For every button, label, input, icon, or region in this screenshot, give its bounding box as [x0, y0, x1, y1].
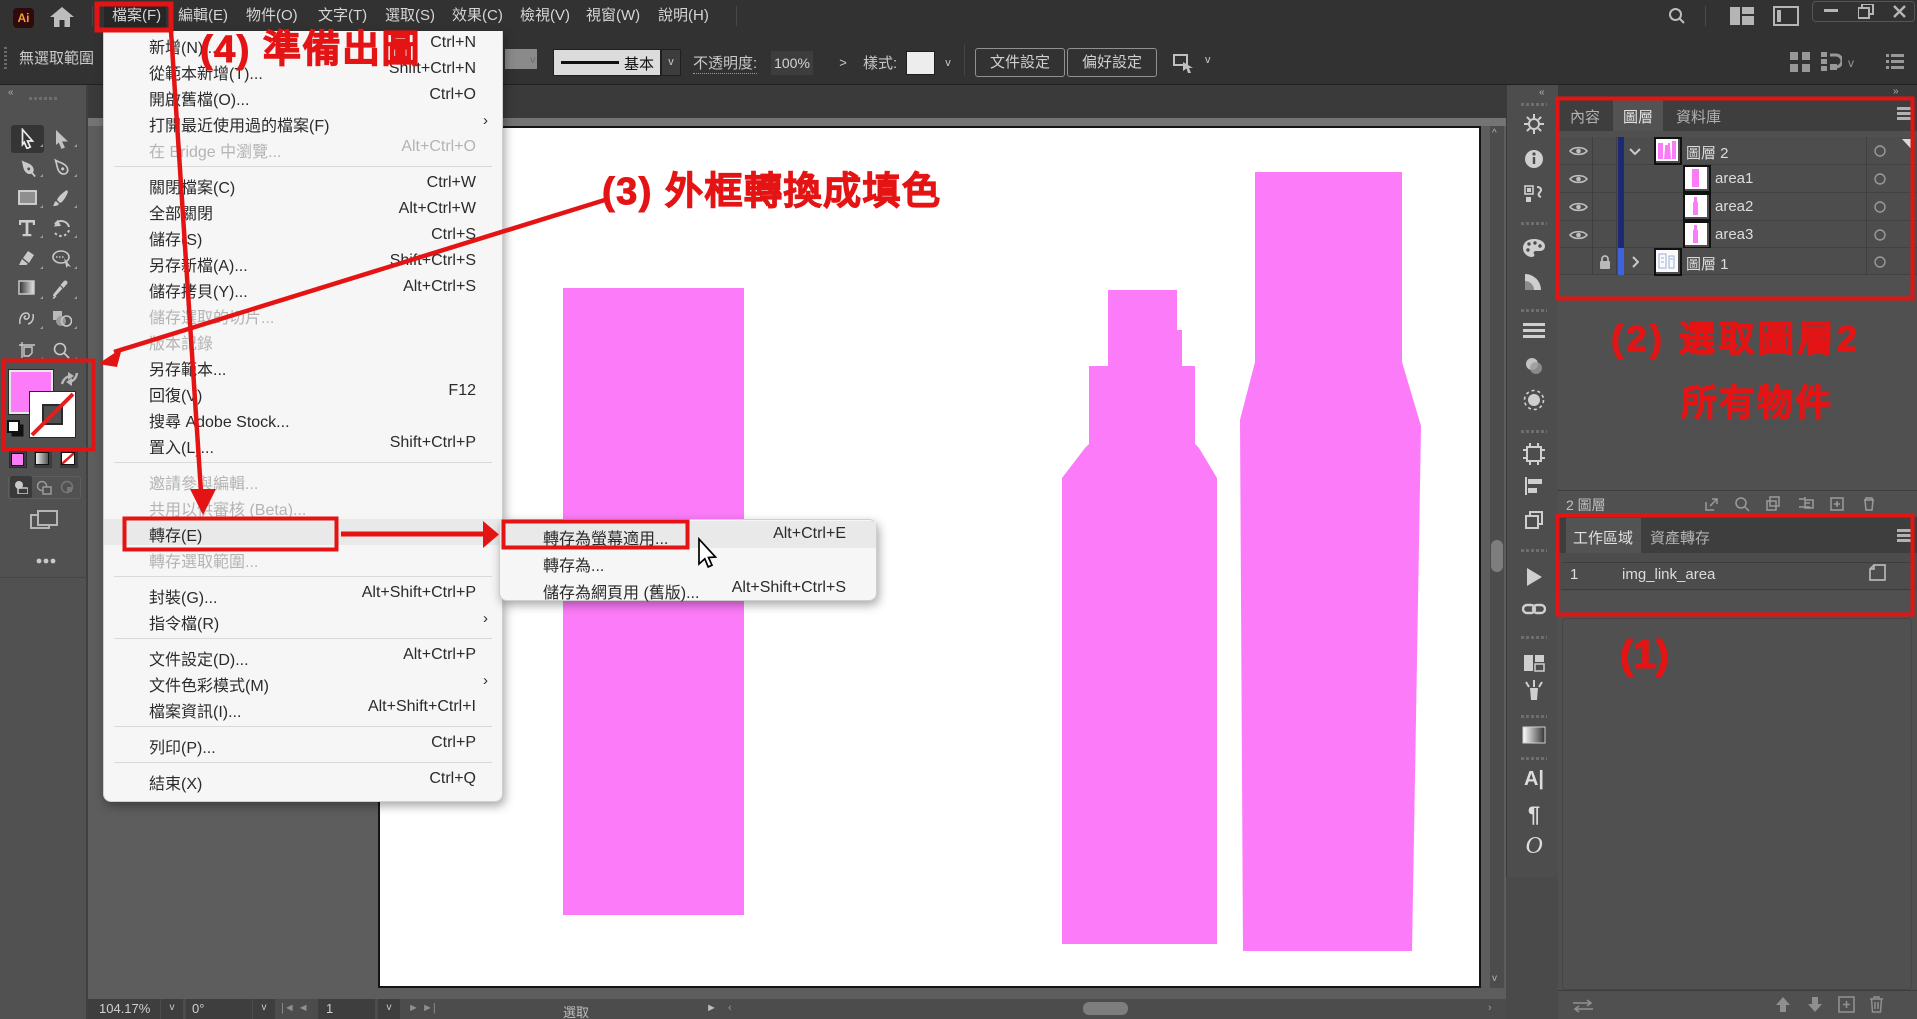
svg-text:(3) 外框轉換成填色: (3) 外框轉換成填色 — [602, 171, 942, 213]
svg-text:(1): (1) — [1620, 633, 1669, 677]
svg-text:(4) 準備出圖: (4) 準備出圖 — [200, 29, 421, 71]
svg-text:所有物件: 所有物件 — [1681, 382, 1833, 423]
svg-text:(2) 選取圖層2: (2) 選取圖層2 — [1611, 318, 1861, 359]
